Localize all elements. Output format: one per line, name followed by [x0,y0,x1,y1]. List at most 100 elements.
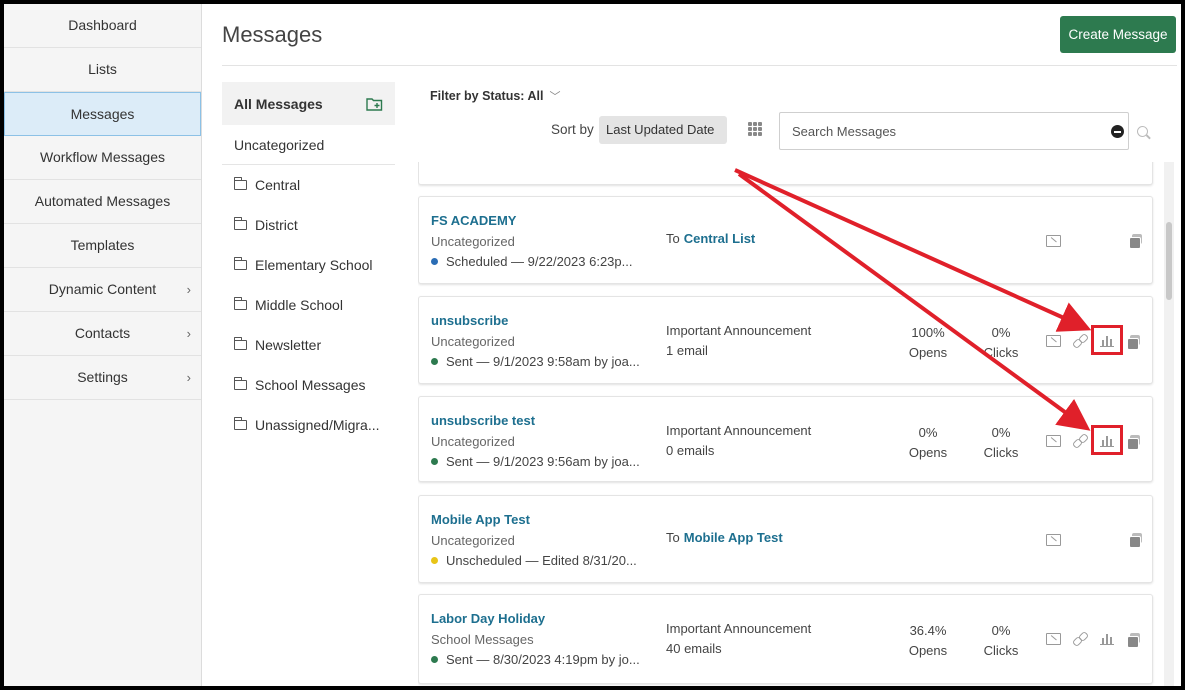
add-folder-icon[interactable] [366,97,383,111]
header-divider [222,65,1177,66]
move-folder-icon[interactable] [1046,633,1061,645]
folder-icon [234,177,247,190]
folder-label: Elementary School [255,257,373,273]
message-name[interactable]: FS ACADEMY [431,213,516,228]
folder-item[interactable]: Elementary School [222,245,395,285]
copy-icon[interactable] [1129,234,1142,249]
message-name[interactable]: Labor Day Holiday [431,611,545,626]
create-message-button[interactable]: Create Message [1060,16,1176,53]
folder-icon [234,337,247,350]
clicks-stat: 0% Clicks [983,623,1019,658]
message-card[interactable]: Mobile App Test Uncategorized Unschedule… [418,495,1153,583]
copy-icon[interactable] [1127,435,1140,450]
highlight-box [1091,425,1123,455]
folder-heading: All Messages [234,95,323,112]
folder-icon [234,217,247,230]
sidebar-item-templates[interactable]: Templates [4,224,201,268]
sidebar-item-label: Messages [70,106,135,122]
search-icon[interactable] [1137,126,1148,137]
sidebar-item-contacts[interactable]: Contacts › [4,312,201,356]
folder-panel: All Messages Uncategorized Central Distr… [222,82,395,445]
sort-label: Sort by [551,122,594,137]
folder-label: Unassigned/Migra... [255,417,380,433]
message-card[interactable]: unsubscribe Uncategorized Sent — 9/1/202… [418,296,1153,384]
copy-icon[interactable] [1129,533,1142,548]
folder-uncategorized[interactable]: Uncategorized [222,125,395,165]
status-dot [431,458,438,465]
sort-select[interactable]: Last Updated Date [599,116,727,144]
copy-icon[interactable] [1127,335,1140,350]
sidebar-item-dashboard[interactable]: Dashboard [4,4,201,48]
opens-stat: 100% Opens [908,325,948,360]
link-icon[interactable] [1073,632,1087,646]
copy-icon[interactable] [1127,633,1140,648]
message-subject: Important Announcement [666,423,812,438]
grid-view-icon[interactable] [748,122,762,136]
message-card[interactable]: FS ACADEMY Uncategorized Scheduled — 9/2… [418,196,1153,284]
link-icon[interactable] [1073,434,1087,448]
message-folder: Uncategorized [431,434,515,449]
chevron-right-icon: › [186,326,191,341]
message-recipient: To Mobile App Test [666,530,783,545]
folder-icon [234,257,247,270]
message-status: Sent — 9/1/2023 9:58am by joa... [431,354,640,369]
sidebar-item-settings[interactable]: Settings › [4,356,201,400]
message-name[interactable]: unsubscribe test [431,413,535,428]
status-filter[interactable]: Filter by Status: All ﹀ [430,88,560,104]
message-card[interactable] [418,162,1153,185]
report-chart-icon[interactable] [1100,632,1114,645]
chevron-right-icon: › [186,282,191,297]
message-status: Sent — 8/30/2023 4:19pm by jo... [431,652,640,667]
recipient-list-link[interactable]: Mobile App Test [684,530,783,545]
move-folder-icon[interactable] [1046,235,1061,247]
sidebar: Dashboard Lists Messages Workflow Messag… [4,4,202,686]
move-folder-icon[interactable] [1046,534,1061,546]
folder-item[interactable]: School Messages [222,365,395,405]
link-icon[interactable] [1073,334,1087,348]
folder-label: School Messages [255,377,366,393]
sidebar-item-label: Dashboard [68,17,137,33]
folder-icon [234,377,247,390]
sidebar-item-label: Templates [70,237,135,253]
message-name[interactable]: Mobile App Test [431,512,530,527]
status-dot [431,358,438,365]
sidebar-item-workflow-messages[interactable]: Workflow Messages [4,136,201,180]
message-recipient-count: 40 emails [666,641,722,656]
folder-item[interactable]: Unassigned/Migra... [222,405,395,445]
folder-icon [234,297,247,310]
clear-search-icon[interactable] [1111,125,1124,138]
sidebar-item-label: Lists [88,61,117,77]
opens-stat: 0% Opens [908,425,948,460]
sidebar-item-automated-messages[interactable]: Automated Messages [4,180,201,224]
folder-item[interactable]: Middle School [222,285,395,325]
message-recipient-count: 1 email [666,343,708,358]
sidebar-item-messages[interactable]: Messages [4,92,201,136]
message-name[interactable]: unsubscribe [431,313,508,328]
move-folder-icon[interactable] [1046,335,1061,347]
folder-item[interactable]: Central [222,165,395,205]
folder-all-messages[interactable]: All Messages [222,82,395,125]
message-subject: Important Announcement [666,621,812,636]
sidebar-item-dynamic-content[interactable]: Dynamic Content › [4,268,201,312]
scrollbar[interactable] [1164,162,1174,686]
status-dot [431,258,438,265]
message-recipient-count: 0 emails [666,443,715,458]
message-card[interactable]: unsubscribe test Uncategorized Sent — 9/… [418,396,1153,482]
search-input[interactable] [779,112,1129,150]
chevron-right-icon: › [186,370,191,385]
scrollbar-thumb[interactable] [1166,222,1172,300]
opens-stat: 36.4% Opens [908,623,948,658]
message-folder: Uncategorized [431,533,515,548]
folder-item[interactable]: District [222,205,395,245]
clicks-stat: 0% Clicks [983,325,1019,360]
move-folder-icon[interactable] [1046,435,1061,447]
recipient-list-link[interactable]: Central List [684,231,756,246]
sidebar-item-lists[interactable]: Lists [4,48,201,92]
folder-item[interactable]: Newsletter [222,325,395,365]
folder-icon [234,417,247,430]
message-card[interactable]: Labor Day Holiday School Messages Sent —… [418,594,1153,684]
message-folder: School Messages [431,632,534,647]
sidebar-item-label: Dynamic Content [48,281,157,297]
app-frame: Dashboard Lists Messages Workflow Messag… [4,4,1181,686]
clicks-stat: 0% Clicks [983,425,1019,460]
